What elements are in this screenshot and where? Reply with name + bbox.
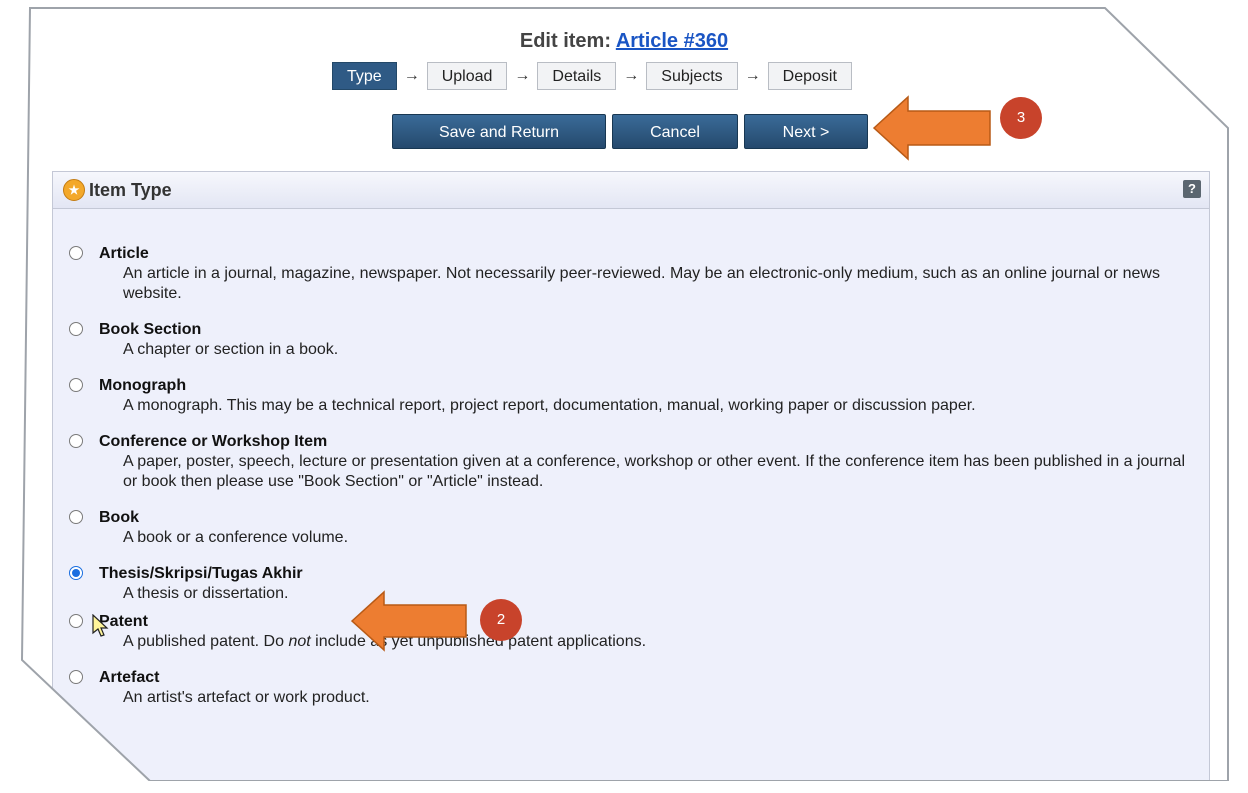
step-details[interactable]: Details xyxy=(537,62,617,90)
callout-arrow-thesis xyxy=(350,590,467,652)
cancel-button[interactable]: Cancel xyxy=(612,114,738,149)
next-button[interactable]: Next > xyxy=(744,114,868,149)
radio-book[interactable] xyxy=(69,510,83,524)
panel-title: Item Type xyxy=(89,179,172,200)
step-arrow-icon: → xyxy=(403,67,420,84)
option-title: Conference or Workshop Item xyxy=(99,433,328,450)
option-description: A book or a conference volume. xyxy=(123,529,349,546)
action-buttons: Save and Return Cancel Next > xyxy=(392,114,868,149)
option-title: Book xyxy=(99,509,139,526)
help-icon[interactable]: ? xyxy=(1183,180,1201,198)
step-subjects[interactable]: Subjects xyxy=(646,62,738,90)
option-title: Book Section xyxy=(99,321,202,338)
item-type-option-artefact[interactable]: Artefact An artist's artefact or work pr… xyxy=(69,668,1189,708)
radio-artefact[interactable] xyxy=(69,670,83,684)
item-type-option-monograph[interactable]: Monograph A monograph. This may be a tec… xyxy=(69,376,1189,416)
radio-article[interactable] xyxy=(69,246,83,260)
radio-thesis[interactable] xyxy=(69,566,83,580)
option-title: Monograph xyxy=(99,377,187,394)
option-description: An artist's artefact or work product. xyxy=(123,689,370,706)
page-title: Edit item: Article #360 xyxy=(22,30,1228,53)
panel-header: ★ Item Type ? xyxy=(53,172,1209,209)
item-type-option-book[interactable]: Book A book or a conference volume. xyxy=(69,508,1189,548)
option-description: An article in a journal, magazine, newsp… xyxy=(123,265,1160,302)
step-badge-3: 3 xyxy=(1000,97,1042,139)
item-type-panel: ★ Item Type ? Article An article in a jo… xyxy=(52,171,1210,781)
step-deposit[interactable]: Deposit xyxy=(767,62,852,90)
item-type-option-patent[interactable]: Patent A published patent. Do not includ… xyxy=(69,612,1189,652)
option-description: A paper, poster, speech, lecture or pres… xyxy=(123,453,1185,490)
article-link[interactable]: Article #360 xyxy=(616,30,728,52)
radio-book-section[interactable] xyxy=(69,322,83,336)
workflow-steps: Type → Upload → Details → Subjects → Dep… xyxy=(332,62,852,90)
item-type-option-thesis[interactable]: Thesis/Skripsi/Tugas Akhir A thesis or d… xyxy=(69,564,1189,604)
step-arrow-icon: → xyxy=(514,67,531,84)
option-title: Article xyxy=(99,245,149,262)
option-description: A monograph. This may be a technical rep… xyxy=(123,397,976,414)
item-type-option-book-section[interactable]: Book Section A chapter or section in a b… xyxy=(69,320,1189,360)
desc-emphasis: not xyxy=(288,633,311,650)
radio-conference[interactable] xyxy=(69,434,83,448)
step-badge-2: 2 xyxy=(480,599,522,641)
screenshot-frame: Edit item: Article #360 Type → Upload → … xyxy=(22,8,1228,781)
mouse-cursor-icon xyxy=(92,614,109,637)
save-and-return-button[interactable]: Save and Return xyxy=(392,114,606,149)
item-type-option-conference[interactable]: Conference or Workshop Item A paper, pos… xyxy=(69,432,1189,492)
desc-part: A published patent. Do xyxy=(123,633,289,650)
radio-patent[interactable] xyxy=(69,614,83,628)
star-icon: ★ xyxy=(63,179,85,201)
step-arrow-icon: → xyxy=(623,67,640,84)
callout-arrow-next xyxy=(872,95,991,161)
title-prefix: Edit item: xyxy=(519,30,616,52)
item-type-option-article[interactable]: Article An article in a journal, magazin… xyxy=(69,244,1189,304)
option-title: Artefact xyxy=(99,669,160,686)
step-upload[interactable]: Upload xyxy=(426,62,508,90)
radio-monograph[interactable] xyxy=(69,378,83,392)
option-title: Thesis/Skripsi/Tugas Akhir xyxy=(99,565,303,582)
item-type-list: Article An article in a journal, magazin… xyxy=(69,244,1189,724)
step-arrow-icon: → xyxy=(744,67,761,84)
option-title: Patent xyxy=(99,613,148,630)
option-description: A published patent. Do not include as ye… xyxy=(123,632,1189,652)
option-description: A thesis or dissertation. xyxy=(123,585,289,602)
step-type[interactable]: Type xyxy=(332,62,397,90)
option-description: A chapter or section in a book. xyxy=(123,341,339,358)
